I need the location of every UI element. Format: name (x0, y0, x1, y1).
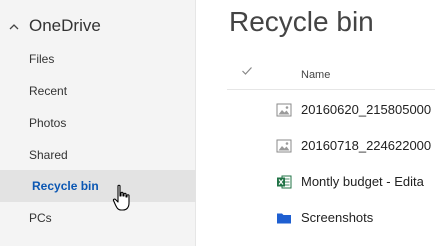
folder-icon (277, 213, 291, 224)
sidebar-item-shared[interactable]: Shared (0, 139, 196, 171)
sidebar-item-label: Recycle bin (32, 179, 99, 193)
sidebar-item-pcs[interactable]: PCs (0, 202, 196, 234)
file-name: Screenshots (301, 210, 374, 225)
image-icon (276, 103, 292, 117)
image-icon (276, 139, 292, 153)
sidebar-item-label: Files (29, 52, 55, 66)
file-row[interactable]: 20160620_215805000 (227, 92, 435, 128)
file-name: Montly budget - Edita (301, 174, 424, 189)
file-name: 20160718_224622000 (301, 138, 432, 153)
sidebar-item-recent[interactable]: Recent (0, 75, 196, 107)
sidebar-item-recycle-bin[interactable]: Recycle bin (0, 170, 196, 202)
page-title: Recycle bin (229, 6, 374, 37)
sidebar-item-files[interactable]: Files (0, 43, 196, 75)
file-row[interactable]: Montly budget - Edita (227, 164, 435, 200)
file-row[interactable]: 20160718_224622000 (227, 128, 435, 164)
file-row[interactable]: Screenshots (227, 200, 435, 236)
main-content: Recycle bin Name 20160620_215805000 2016… (197, 0, 435, 246)
sidebar-item-label: PCs (29, 211, 52, 225)
chevron-up-icon[interactable] (8, 21, 20, 33)
onedrive-header[interactable]: OneDrive (0, 12, 196, 42)
sidebar-item-label: Shared (29, 148, 68, 162)
sidebar: OneDrive Files Recent Photos Shared Recy… (0, 0, 196, 246)
column-header-name[interactable]: Name (301, 69, 330, 81)
sidebar-item-photos[interactable]: Photos (0, 107, 196, 139)
sidebar-item-label: Photos (29, 116, 67, 130)
excel-icon (277, 175, 292, 189)
file-name: 20160620_215805000 (301, 102, 432, 117)
select-all-checkmark-icon[interactable] (241, 66, 253, 76)
header-divider (227, 89, 435, 90)
onedrive-title: OneDrive (29, 16, 101, 35)
sidebar-item-label: Recent (29, 84, 68, 98)
